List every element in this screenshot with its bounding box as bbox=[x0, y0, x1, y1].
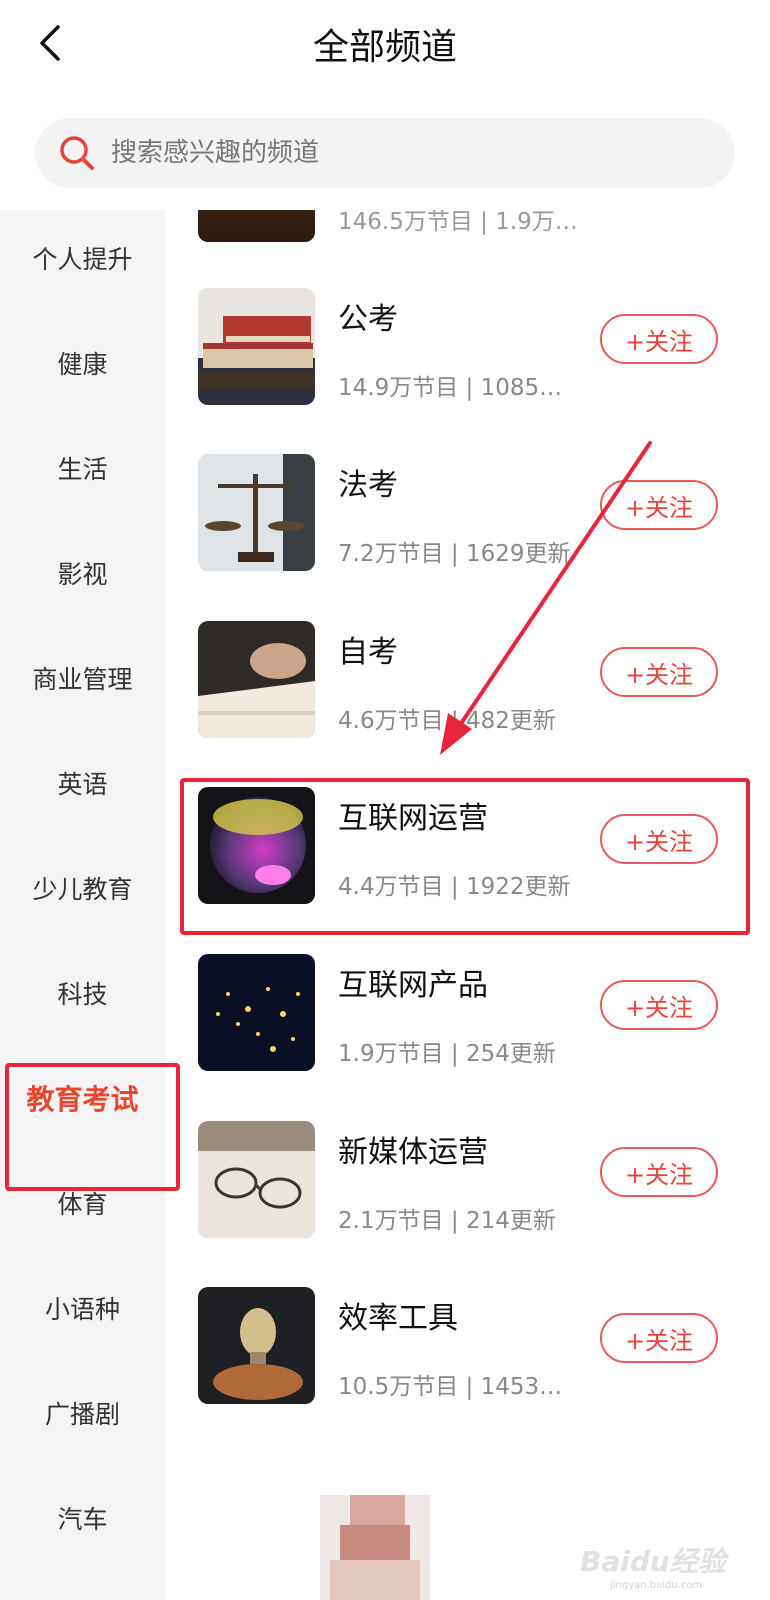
sidebar-item-film[interactable]: 影视 bbox=[0, 555, 165, 591]
channel-thumbnail[interactable] bbox=[198, 288, 315, 405]
channel-meta: 14.9万节目 | 1085… bbox=[338, 375, 563, 401]
sidebar-item-kids-education[interactable]: 少儿教育 bbox=[0, 870, 165, 906]
follow-button[interactable]: +关注 bbox=[600, 480, 718, 530]
channel-thumbnail[interactable] bbox=[198, 1121, 315, 1238]
follow-button[interactable]: +关注 bbox=[600, 1147, 718, 1197]
search-icon bbox=[60, 136, 94, 170]
channel-thumbnail[interactable] bbox=[198, 210, 315, 242]
blurred-avatar bbox=[320, 1495, 430, 1600]
sidebar-item-radio-drama[interactable]: 广播剧 bbox=[0, 1395, 165, 1431]
sidebar-item-education-exam[interactable]: 教育考试 bbox=[0, 1078, 165, 1118]
sidebar-item-auto[interactable]: 汽车 bbox=[0, 1500, 165, 1536]
channel-meta: 10.5万节目 | 1453… bbox=[338, 1374, 563, 1400]
channel-list: 146.5万节目 | 1.9万… 公考 14.9万节目 | 1085… +关注 … bbox=[165, 210, 770, 1600]
channel-meta: 146.5万节目 | 1.9万… bbox=[338, 210, 578, 235]
sidebar-item-minor-languages[interactable]: 小语种 bbox=[0, 1290, 165, 1326]
follow-button[interactable]: +关注 bbox=[600, 647, 718, 697]
channel-thumbnail[interactable] bbox=[198, 787, 315, 904]
channel-title[interactable]: 公考 bbox=[338, 294, 398, 338]
sidebar-item-health[interactable]: 健康 bbox=[0, 345, 165, 381]
glasses-image bbox=[198, 1121, 315, 1238]
channel-meta: 1.9万节目 | 254更新 bbox=[338, 1041, 556, 1067]
sidebar-item-life[interactable]: 生活 bbox=[0, 450, 165, 486]
channel-thumbnail[interactable] bbox=[198, 1287, 315, 1404]
sphere-image bbox=[198, 787, 315, 904]
search-input[interactable] bbox=[109, 137, 673, 169]
channel-title[interactable]: 互联网运营 bbox=[338, 793, 488, 837]
follow-button[interactable]: +关注 bbox=[600, 980, 718, 1030]
night-map-image bbox=[198, 954, 315, 1071]
channel-meta: 4.4万节目 | 1922更新 bbox=[338, 874, 571, 900]
channel-meta: 4.6万节目 | 482更新 bbox=[338, 708, 556, 734]
channel-meta: 2.1万节目 | 214更新 bbox=[338, 1208, 556, 1234]
sidebar-item-english[interactable]: 英语 bbox=[0, 765, 165, 801]
channel-meta: 7.2万节目 | 1629更新 bbox=[338, 541, 571, 567]
follow-button[interactable]: +关注 bbox=[600, 1313, 718, 1363]
channel-title[interactable]: 法考 bbox=[338, 460, 398, 504]
top-bar: 全部频道 bbox=[0, 0, 770, 95]
watermark-url: jingyan.baidu.com bbox=[610, 1580, 703, 1591]
page-title: 全部频道 bbox=[312, 27, 457, 68]
sidebar-item-sports[interactable]: 体育 bbox=[0, 1185, 165, 1221]
channel-title[interactable]: 效率工具 bbox=[338, 1293, 458, 1337]
sidebar-item-business[interactable]: 商业管理 bbox=[0, 660, 165, 696]
channel-thumbnail[interactable] bbox=[198, 954, 315, 1071]
sidebar-item-tech[interactable]: 科技 bbox=[0, 975, 165, 1011]
channel-title[interactable]: 新媒体运营 bbox=[338, 1127, 488, 1171]
search-bar[interactable] bbox=[35, 118, 735, 188]
follow-button[interactable]: +关注 bbox=[600, 314, 718, 364]
lightbulb-image bbox=[198, 1287, 315, 1404]
scales-image bbox=[198, 454, 315, 571]
books-image bbox=[198, 288, 315, 405]
category-sidebar: 个人提升 健康 生活 影视 商业管理 英语 少儿教育 科技 教育考试 体育 小语… bbox=[0, 210, 165, 1600]
writing-image bbox=[198, 621, 315, 738]
watermark-logo: Baidu经验 bbox=[580, 1545, 726, 1578]
channel-title[interactable]: 互联网产品 bbox=[338, 960, 488, 1004]
follow-button[interactable]: +关注 bbox=[600, 814, 718, 864]
channel-thumbnail[interactable] bbox=[198, 621, 315, 738]
channel-title[interactable]: 自考 bbox=[338, 627, 398, 671]
channel-thumbnail[interactable] bbox=[198, 454, 315, 571]
sidebar-item-personal-growth[interactable]: 个人提升 bbox=[0, 240, 165, 276]
